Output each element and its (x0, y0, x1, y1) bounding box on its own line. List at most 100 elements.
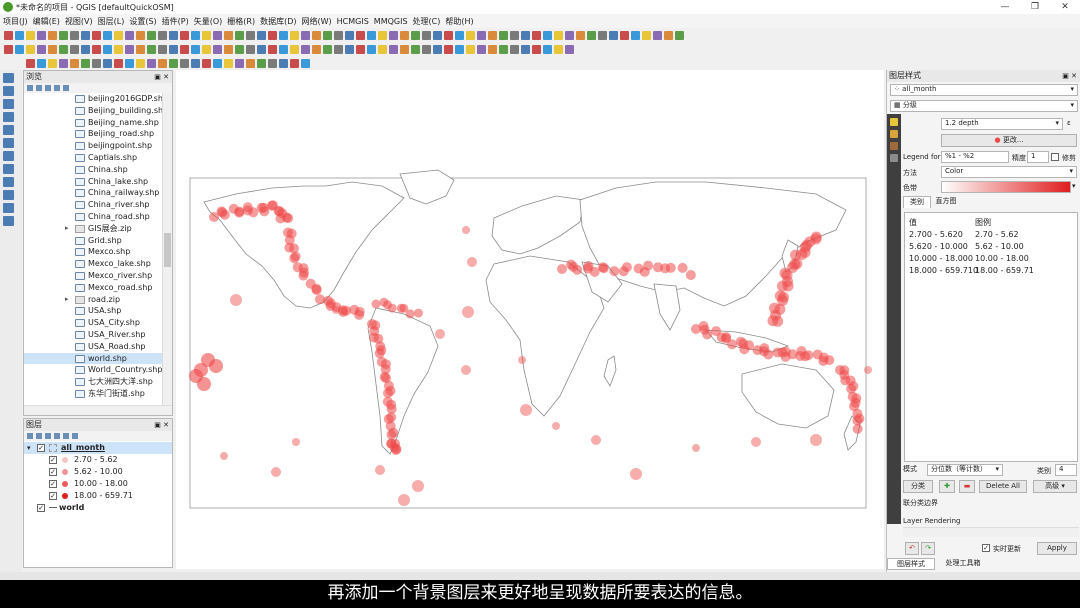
toolbar-tool-icon[interactable] (664, 30, 673, 40)
toolbar-tool-icon[interactable] (444, 44, 453, 54)
toolbar-tool-icon[interactable] (37, 44, 46, 54)
add-class-icon[interactable]: ✚ (939, 480, 955, 493)
toolbar-tool-icon[interactable] (488, 30, 497, 40)
browser-item[interactable]: USA_River.shp (24, 329, 162, 341)
legend-format-input[interactable]: %1 - %2 (941, 151, 1009, 163)
toolbar-tool-icon[interactable] (246, 30, 255, 40)
toolbar-tool-icon[interactable] (389, 30, 398, 40)
menu-help[interactable]: 帮助(H) (445, 16, 473, 27)
menu-mmqgis[interactable]: MMQGIS (374, 17, 408, 26)
add-layer-icon[interactable] (3, 125, 14, 135)
toolbar-tool-icon[interactable] (158, 58, 167, 68)
layer-visibility-checkbox[interactable]: ✓ (37, 504, 45, 512)
toolbar-tool-icon[interactable] (312, 30, 321, 40)
toolbar-tool-icon[interactable] (246, 44, 255, 54)
class-visibility-checkbox[interactable]: ✓ (49, 456, 57, 464)
scrollbar-thumb[interactable] (164, 233, 171, 267)
toolbar-tool-icon[interactable] (532, 30, 541, 40)
toolbar-tool-icon[interactable] (114, 30, 123, 40)
toolbar-tool-icon[interactable] (345, 30, 354, 40)
toolbar-tool-icon[interactable] (158, 30, 167, 40)
panel-close-icon[interactable]: ▣ ✕ (1062, 70, 1077, 82)
toolbar-tool-icon[interactable] (543, 44, 552, 54)
browser-item[interactable]: China_river.shp (24, 199, 162, 211)
class-visibility-checkbox[interactable]: ✓ (49, 468, 57, 476)
styling-horizontal-scrollbar[interactable] (903, 527, 1079, 537)
toolbar-tool-icon[interactable] (147, 44, 156, 54)
menu-project[interactable]: 项目(J) (3, 16, 28, 27)
toolbar-tool-icon[interactable] (70, 44, 79, 54)
toolbar-tool-icon[interactable] (202, 30, 211, 40)
layer-visibility-checkbox[interactable]: ✓ (37, 444, 45, 452)
toolbar-tool-icon[interactable] (235, 30, 244, 40)
filter-icon[interactable] (45, 85, 51, 91)
toolbar-tool-icon[interactable] (378, 30, 387, 40)
browser-item[interactable]: Mexco_river.shp (24, 270, 162, 282)
browser-item[interactable]: Mexco.shp (24, 246, 162, 258)
toolbar-tool-icon[interactable] (521, 44, 530, 54)
toolbar-tool-icon[interactable] (48, 30, 57, 40)
history-icon[interactable] (890, 154, 898, 162)
toolbar-tool-icon[interactable] (169, 58, 178, 68)
toolbar-tool-icon[interactable] (422, 30, 431, 40)
toolbar-tool-icon[interactable] (466, 30, 475, 40)
chevron-down-icon[interactable]: ▾ (1072, 182, 1076, 190)
toolbar-tool-icon[interactable] (378, 44, 387, 54)
info-icon[interactable] (63, 85, 69, 91)
toolbar-tool-icon[interactable] (444, 30, 453, 40)
browser-item[interactable]: China_railway.shp (24, 187, 162, 199)
toolbar-tool-icon[interactable] (103, 30, 112, 40)
browser-item[interactable]: 东华门街道.shp (24, 388, 162, 400)
classification-table[interactable]: 值 图例 2.700 - 5.620 2.70 - 5.62 5.620 - 10.… (904, 212, 1078, 462)
toolbar-tool-icon[interactable] (59, 58, 68, 68)
menu-vector[interactable]: 矢量(O) (194, 16, 223, 27)
browser-item[interactable]: China.shp (24, 164, 162, 176)
browser-item[interactable]: World_Country.shp (24, 364, 162, 376)
toolbar-tool-icon[interactable] (279, 30, 288, 40)
toolbar-tool-icon[interactable] (554, 30, 563, 40)
toolbar-tool-icon[interactable] (356, 44, 365, 54)
toolbar-tool-icon[interactable] (48, 58, 57, 68)
toolbar-tool-icon[interactable] (92, 44, 101, 54)
toolbar-tool-icon[interactable] (400, 44, 409, 54)
toolbar-tool-icon[interactable] (224, 30, 233, 40)
toolbar-tool-icon[interactable] (642, 30, 651, 40)
add-layer-icon[interactable] (3, 216, 14, 226)
value-field-selector[interactable]: 1.2 depth ▾ (941, 118, 1063, 130)
toolbar-tool-icon[interactable] (268, 30, 277, 40)
toolbar-tool-icon[interactable] (257, 58, 266, 68)
toolbar-tool-icon[interactable] (367, 44, 376, 54)
layer-rendering-section[interactable]: Layer Rendering (903, 517, 961, 525)
class-legend-cell[interactable]: 18.00 - 659.71 (975, 266, 1034, 275)
toolbar-tool-icon[interactable] (312, 44, 321, 54)
toolbar-tool-icon[interactable] (301, 44, 310, 54)
menu-raster[interactable]: 栅格(R) (227, 16, 255, 27)
panel-close-icon[interactable]: ▣ ✕ (154, 71, 169, 83)
layer-all-month[interactable]: ▾ ✓ all_month (24, 442, 172, 454)
toolbar-tool-icon[interactable] (400, 30, 409, 40)
class-visibility-checkbox[interactable]: ✓ (49, 492, 57, 500)
toolbar-tool-icon[interactable] (59, 30, 68, 40)
browser-item[interactable]: world.shp (24, 352, 162, 365)
toolbar-tool-icon[interactable] (147, 58, 156, 68)
class-value-cell[interactable]: 2.700 - 5.620 (909, 230, 963, 239)
style-icon[interactable] (27, 433, 33, 439)
toolbar-tool-icon[interactable] (323, 44, 332, 54)
add-group-icon[interactable] (36, 433, 42, 439)
toolbar-tool-icon[interactable] (70, 58, 79, 68)
class-value-cell[interactable]: 10.000 - 18.000 (909, 254, 973, 263)
toolbar-tool-icon[interactable] (510, 30, 519, 40)
toolbar-tool-icon[interactable] (158, 44, 167, 54)
toolbar-tool-icon[interactable] (202, 58, 211, 68)
toolbar-tool-icon[interactable] (81, 30, 90, 40)
maximize-button[interactable]: ❐ (1020, 0, 1050, 14)
toolbar-tool-icon[interactable] (565, 44, 574, 54)
toolbar-tool-icon[interactable] (499, 30, 508, 40)
toolbar-tool-icon[interactable] (301, 30, 310, 40)
browser-item[interactable]: USA_City.shp (24, 317, 162, 329)
toolbar-tool-icon[interactable] (136, 30, 145, 40)
toolbar-tool-icon[interactable] (554, 44, 563, 54)
toolbar-tool-icon[interactable] (653, 30, 662, 40)
toolbar-tool-icon[interactable] (389, 44, 398, 54)
toolbar-tool-icon[interactable] (59, 44, 68, 54)
